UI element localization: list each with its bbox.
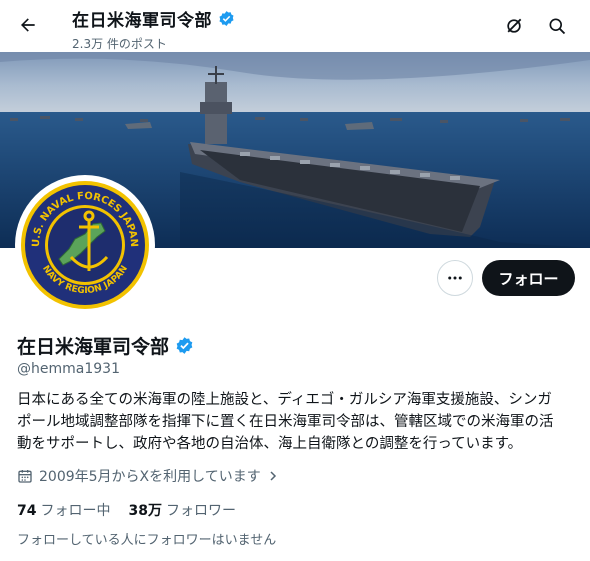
profile-name: 在日米海軍司令部: [17, 336, 170, 358]
joined-date[interactable]: 2009年5月からXを利用しています: [17, 466, 279, 486]
grok-button[interactable]: [502, 14, 526, 38]
chevron-right-icon: [270, 471, 276, 481]
followers-count: 38万: [128, 503, 162, 519]
following-count: 74: [17, 503, 37, 519]
verified-badge-icon[interactable]: [175, 336, 194, 355]
header-text: 在日米海軍司令部 2.3万 件のポスト: [72, 6, 235, 52]
followers-link[interactable]: 38万 フォロワー: [128, 500, 235, 520]
profile-bio: 日本にある全ての米海軍の陸上施設と、ディエゴ・ガルシア海軍支援施設、シンガ ポー…: [17, 389, 577, 455]
joined-text: 2009年5月からXを利用しています: [39, 469, 261, 485]
bio-line: 日本にある全ての米海軍の陸上施設と、ディエゴ・ガルシア海軍支援施設、シンガ: [17, 392, 552, 408]
grok-icon: [507, 18, 522, 33]
bio-line: 動をサポートし、政府や各地の自治体、海上自衛隊との調整を行っています。: [17, 436, 523, 452]
verified-badge-icon: [219, 11, 234, 26]
followers-you-know-note: フォローしている人にフォロワーはいません: [17, 533, 277, 548]
calendar-icon: [18, 470, 32, 483]
header-title: 在日米海軍司令部: [72, 11, 212, 31]
following-link[interactable]: 74 フォロー中: [17, 500, 110, 520]
more-icon: [448, 276, 462, 280]
profile-name-row: 在日米海軍司令部: [17, 332, 194, 359]
post-count: 2.3万 件のポスト: [72, 37, 167, 51]
navy-region-japan-emblem: U.S. NAVAL FORCES JAPAN NAVY REGION JAPA…: [21, 181, 149, 309]
arrow-left-icon: [21, 18, 35, 32]
search-button[interactable]: [545, 14, 569, 38]
search-icon: [549, 18, 566, 35]
followers-label: フォロワー: [165, 503, 236, 519]
following-label: フォロー中: [40, 503, 111, 519]
back-button[interactable]: [14, 11, 42, 39]
top-bar: 在日米海軍司令部 2.3万 件のポスト: [0, 0, 590, 52]
follow-button[interactable]: フォロー: [482, 260, 575, 296]
avatar[interactable]: U.S. NAVAL FORCES JAPAN NAVY REGION JAPA…: [15, 175, 155, 315]
follow-stats: 74 フォロー中 38万 フォロワー: [17, 500, 236, 520]
more-options-button[interactable]: [437, 260, 473, 296]
bio-line: ポール地域調整部隊を指揮下に置く在日米海軍司令部は、管轄区域での米海軍の活: [17, 414, 554, 430]
profile-handle: @hemma1931: [17, 361, 120, 377]
